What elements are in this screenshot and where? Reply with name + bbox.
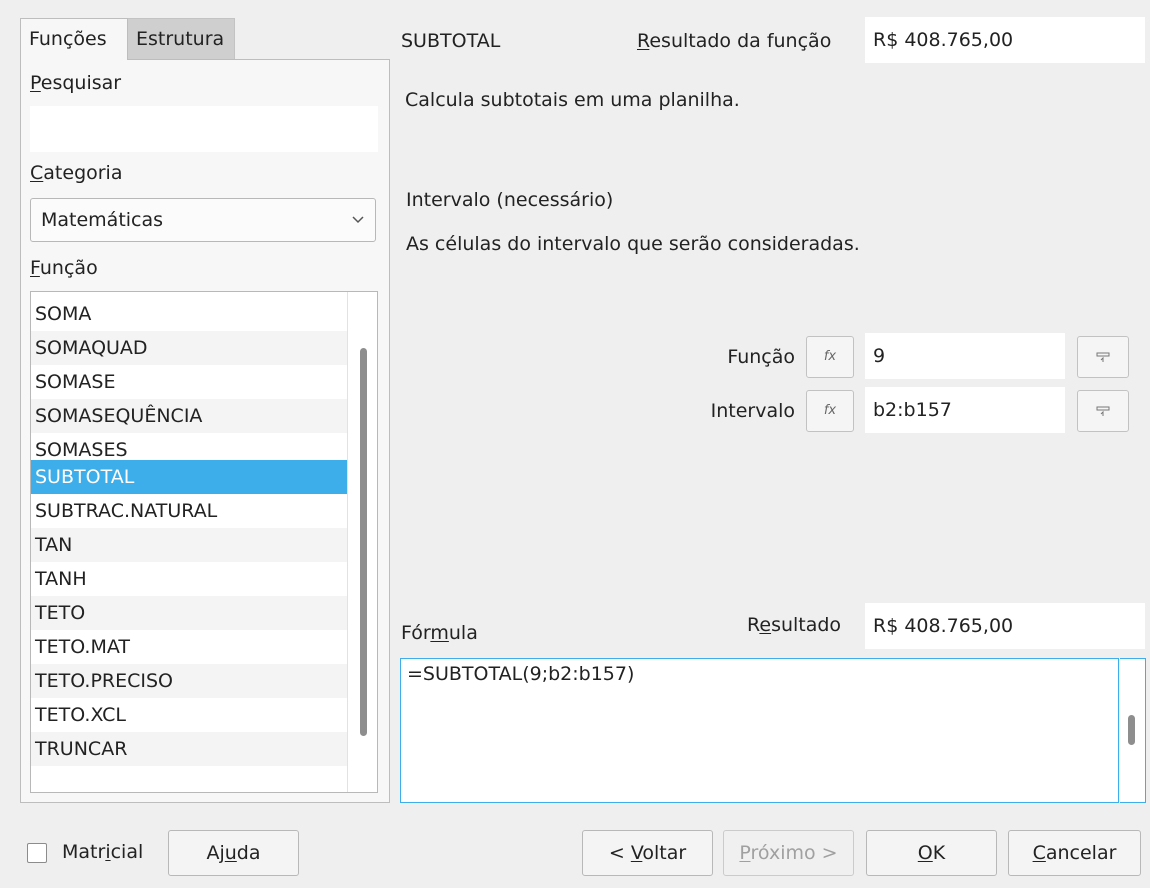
- result-label: Resultado: [747, 614, 842, 636]
- list-item-selected[interactable]: SUBTOTAL: [31, 460, 347, 494]
- list-item[interactable]: TRUNCAR: [31, 732, 347, 766]
- result-value: R$ 408.765,00: [865, 603, 1145, 649]
- list-item[interactable]: SOMA: [31, 297, 347, 331]
- formula-scrollbar[interactable]: [1120, 658, 1146, 803]
- category-select[interactable]: Matemáticas: [30, 198, 376, 242]
- category-value: Matemáticas: [41, 209, 164, 231]
- shrink-icon: [1096, 352, 1110, 362]
- list-scrollbar-thumb[interactable]: [360, 348, 367, 736]
- list-item[interactable]: SOMASEQUÊNCIA: [31, 399, 347, 433]
- function-list[interactable]: SOMA SOMAQUAD SOMASE SOMASEQUÊNCIA SOMAS…: [30, 291, 378, 793]
- fx-icon: fx: [823, 349, 837, 364]
- search-label: Pesquisar: [30, 72, 122, 94]
- argument-title: Intervalo (necessário): [406, 189, 614, 211]
- list-item[interactable]: SOMASE: [31, 365, 347, 399]
- shrink-icon: [1096, 406, 1110, 416]
- arg-interval-fx-button[interactable]: fx: [806, 390, 854, 432]
- list-item[interactable]: TETO.PRECISO: [31, 664, 347, 698]
- formula-label: Fórmula: [401, 622, 478, 644]
- arg-function-fx-button[interactable]: fx: [806, 336, 854, 378]
- list-scrollbar[interactable]: [347, 292, 377, 792]
- argument-description: As células do intervalo que serão consid…: [406, 233, 860, 255]
- arg-function-shrink-button[interactable]: [1077, 336, 1129, 378]
- list-item[interactable]: TETO: [31, 596, 347, 630]
- function-result-value: R$ 408.765,00: [865, 17, 1145, 63]
- matricial-label[interactable]: Matricial: [62, 841, 143, 863]
- tab-functions[interactable]: Funções: [20, 18, 128, 60]
- help-button[interactable]: Ajuda: [168, 830, 299, 876]
- list-item[interactable]: SOMAQUAD: [31, 331, 347, 365]
- tab-functions-label: Funções: [29, 28, 107, 50]
- fx-icon: fx: [823, 403, 837, 418]
- arg-interval-label: Intervalo: [710, 400, 795, 422]
- next-button[interactable]: Próximo >: [723, 830, 854, 876]
- list-item[interactable]: TETO.MAT: [31, 630, 347, 664]
- arg-interval-input[interactable]: [865, 387, 1065, 433]
- ok-button[interactable]: OK: [866, 830, 997, 876]
- search-input[interactable]: [30, 106, 378, 152]
- back-button[interactable]: < Voltar: [582, 830, 713, 876]
- chevron-down-icon: [351, 199, 365, 257]
- list-item[interactable]: TETO.XCL: [31, 698, 347, 732]
- arg-function-input[interactable]: [865, 333, 1065, 379]
- formula-input[interactable]: =SUBTOTAL(9;b2:b157): [400, 658, 1119, 803]
- arg-interval-shrink-button[interactable]: [1077, 390, 1129, 432]
- list-item[interactable]: TANH: [31, 562, 347, 596]
- matricial-checkbox[interactable]: [27, 843, 47, 863]
- formula-scrollbar-thumb[interactable]: [1128, 715, 1135, 745]
- function-result-label: Resultado da função: [637, 30, 832, 52]
- arg-function-label: Função: [727, 346, 795, 368]
- list-item[interactable]: TAN: [31, 528, 347, 562]
- function-label: Função: [30, 257, 98, 279]
- tab-structure-label: Estrutura: [136, 28, 225, 50]
- function-name: SUBTOTAL: [401, 30, 501, 52]
- function-description: Calcula subtotais em uma planilha.: [405, 89, 740, 111]
- category-label: Categoria: [30, 162, 123, 184]
- list-item[interactable]: SUBTRAC.NATURAL: [31, 494, 347, 528]
- tab-structure[interactable]: Estrutura: [127, 18, 235, 60]
- cancel-button[interactable]: Cancelar: [1008, 830, 1141, 876]
